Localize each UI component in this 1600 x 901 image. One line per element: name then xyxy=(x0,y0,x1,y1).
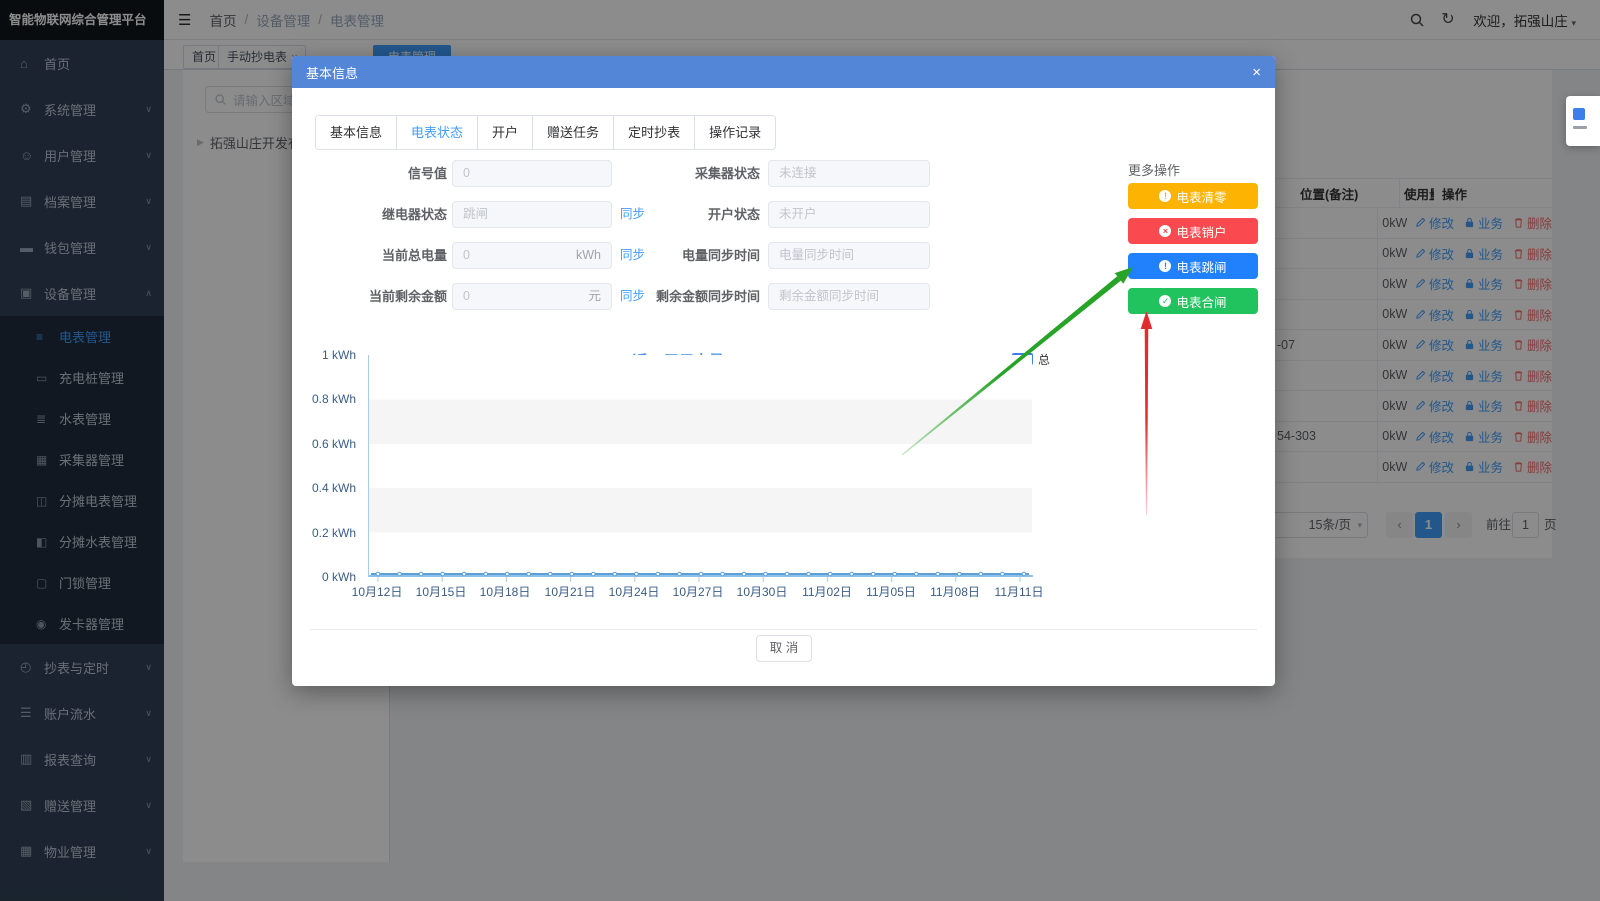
x-tick-label: 10月27日 xyxy=(666,583,730,600)
x-tick-label: 10月24日 xyxy=(602,583,666,600)
close-switch-icon: ✓ xyxy=(1159,295,1171,307)
close-account-icon: × xyxy=(1159,225,1171,237)
cancel-button[interactable]: 取 消 xyxy=(756,635,812,662)
tab-basic-info[interactable]: 基本信息 xyxy=(316,116,397,149)
balance-sync-time-input[interactable]: 剩余金额同步时间 xyxy=(768,283,930,310)
relay-status-input[interactable]: 跳闸 xyxy=(452,201,612,228)
modal-footer-divider xyxy=(310,629,1257,630)
y-tick-label: 0.8 kWh xyxy=(294,392,356,406)
energy-sync-time-input[interactable]: 电量同步时间 xyxy=(768,242,930,269)
x-tick-label: 11月02日 xyxy=(795,583,859,600)
close-icon[interactable]: × xyxy=(1252,65,1261,80)
column-toggle-bar xyxy=(1573,126,1587,129)
meter-close-account-button[interactable]: ×电表销户 xyxy=(1128,218,1258,244)
field-label-collector-status: 采集器状态 xyxy=(632,160,760,187)
field-label-total-energy: 当前总电量 xyxy=(312,242,447,269)
balance-input[interactable]: 0元 xyxy=(452,283,612,310)
tab-operation-log[interactable]: 操作记录 xyxy=(695,116,775,149)
meter-reset-button[interactable]: !电表清零 xyxy=(1128,183,1258,209)
tab-open-account[interactable]: 开户 xyxy=(478,116,533,149)
collector-status-input[interactable]: 未连接 xyxy=(768,160,930,187)
field-label-balance: 当前剩余金额 xyxy=(312,283,447,310)
more-actions-title: 更多操作 xyxy=(1128,160,1180,179)
signal-value-input[interactable]: 0 xyxy=(452,160,612,187)
trip-icon: ! xyxy=(1159,260,1171,272)
y-tick-label: 0 kWh xyxy=(294,570,356,584)
modal-title: 基本信息 xyxy=(306,63,358,82)
modal-header: 基本信息 × xyxy=(292,56,1275,88)
field-label-balance-sync-time: 剩余金额同步时间 xyxy=(632,283,760,310)
column-settings-popover[interactable] xyxy=(1566,96,1600,146)
account-status-input[interactable]: 未开户 xyxy=(768,201,930,228)
x-tick-label: 11月05日 xyxy=(859,583,923,600)
x-tick-label: 10月30日 xyxy=(730,583,794,600)
legend-label[interactable]: 总 xyxy=(1038,351,1050,368)
field-label-energy-sync-time: 电量同步时间 xyxy=(632,242,760,269)
column-toggle-icon xyxy=(1573,108,1585,120)
x-tick-label: 10月12日 xyxy=(345,583,409,600)
tab-gift-task[interactable]: 赠送任务 xyxy=(533,116,614,149)
y-tick-label: 0.4 kWh xyxy=(294,481,356,495)
reset-icon: ! xyxy=(1159,190,1171,202)
x-tick-label: 10月21日 xyxy=(538,583,602,600)
y-tick-label: 0.6 kWh xyxy=(294,437,356,451)
screen: 智能物联网综合管理平台 ⌂ 首页 ⚙ 系统管理 ∨ ☺ 用户管理 ∨ ▤ 档案管… xyxy=(0,0,1600,901)
y-tick-label: 1 kWh xyxy=(294,348,356,362)
basic-info-modal: 基本信息 × 基本信息 电表状态 开户 赠送任务 定时抄表 操作记录 信号值 0… xyxy=(292,56,1275,686)
tab-meter-status[interactable]: 电表状态 xyxy=(397,116,478,149)
unit-kwh: kWh xyxy=(576,243,601,268)
unit-yuan: 元 xyxy=(588,284,601,309)
field-label-account-status: 开户状态 xyxy=(632,201,760,228)
x-tick-label: 11月08日 xyxy=(923,583,987,600)
modal-tabs: 基本信息 电表状态 开户 赠送任务 定时抄表 操作记录 xyxy=(315,115,776,150)
meter-trip-button[interactable]: !电表跳闸 xyxy=(1128,253,1258,279)
tab-timed-reading[interactable]: 定时抄表 xyxy=(614,116,695,149)
chart-plot-area xyxy=(368,355,1032,577)
chart-series-line xyxy=(369,355,1033,585)
field-label-signal: 信号值 xyxy=(312,160,447,187)
y-tick-label: 0.2 kWh xyxy=(294,526,356,540)
x-tick-label: 10月18日 xyxy=(473,583,537,600)
x-tick-label: 10月15日 xyxy=(409,583,473,600)
meter-close-switch-button[interactable]: ✓电表合闸 xyxy=(1128,288,1258,314)
total-energy-input[interactable]: 0kWh xyxy=(452,242,612,269)
x-tick-label: 11月11日 xyxy=(987,583,1051,600)
field-label-relay-status: 继电器状态 xyxy=(312,201,447,228)
